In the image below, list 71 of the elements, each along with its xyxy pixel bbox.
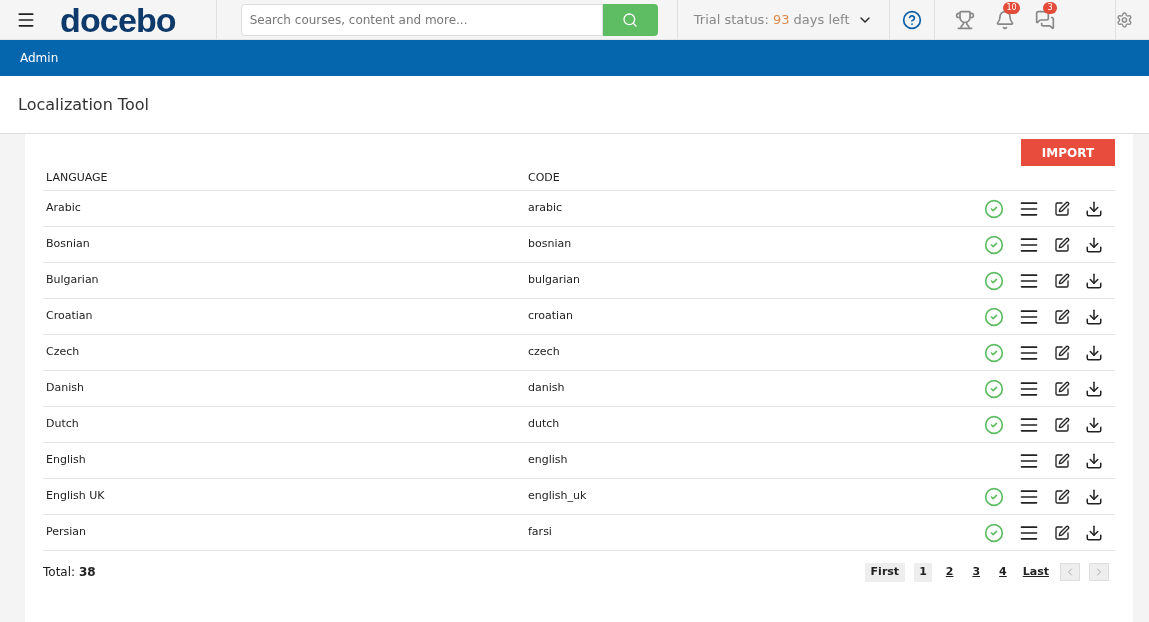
column-header: CODE: [528, 170, 560, 187]
download-icon[interactable]: [1085, 235, 1103, 254]
active-check-icon[interactable]: [984, 270, 1004, 291]
language-cell-text: English UK: [45, 488, 106, 505]
download-icon[interactable]: [1085, 487, 1103, 506]
language-cell-text: Bulgarian: [45, 272, 100, 289]
edit-icon[interactable]: [1054, 200, 1070, 217]
edit-icon[interactable]: [1054, 488, 1070, 505]
edit-icon[interactable]: [1054, 308, 1070, 325]
code-cell: danish: [528, 380, 565, 397]
download-icon[interactable]: [1085, 415, 1103, 434]
import-button[interactable]: IMPORT: [1021, 139, 1115, 166]
breadcrumb-link[interactable]: Admin: [20, 49, 59, 67]
download-icon[interactable]: [1085, 199, 1103, 218]
page-number[interactable]: 4: [994, 563, 1012, 582]
edit-icon[interactable]: [1054, 236, 1070, 253]
edit-icon[interactable]: [1054, 452, 1070, 469]
first-page-button[interactable]: First: [864, 563, 906, 582]
bell-icon[interactable]: [995, 9, 1016, 30]
edit-icon[interactable]: [1054, 272, 1070, 289]
edit-icon[interactable]: [1054, 416, 1070, 433]
active-check-icon[interactable]: [984, 378, 1004, 399]
language-cell-text: Czech: [45, 344, 81, 361]
settings-icon[interactable]: [1116, 9, 1133, 30]
active-check-icon[interactable]: [984, 198, 1004, 219]
code-cell: english: [528, 452, 568, 469]
download-icon[interactable]: [1085, 343, 1103, 362]
page-title: Localization Tool: [18, 93, 149, 116]
code-cell: bosnian: [528, 236, 572, 253]
messages-icon[interactable]: [1035, 9, 1056, 30]
message-badge: 3: [1043, 1, 1057, 14]
trophy-icon[interactable]: [955, 9, 976, 30]
edit-icon[interactable]: [1054, 524, 1070, 541]
code-cell: bulgarian: [528, 272, 581, 289]
active-check-icon[interactable]: [984, 522, 1004, 543]
language-cell-text: Danish: [45, 380, 85, 397]
code-cell: dutch: [528, 416, 560, 433]
download-icon[interactable]: [1085, 379, 1103, 398]
search-field[interactable]: Search courses, content and more...: [240, 3, 603, 36]
language-cell-text: Croatian: [45, 308, 94, 325]
language-cell-text: Dutch: [45, 416, 80, 433]
download-icon[interactable]: [1085, 271, 1103, 290]
last-page-button[interactable]: Last: [1020, 564, 1051, 581]
code-cell: croatian: [528, 308, 573, 325]
active-check-icon[interactable]: [984, 414, 1004, 435]
code-cell: english_uk: [528, 488, 587, 505]
code-cell: farsi: [528, 524, 552, 541]
language-cell-text: Persian: [45, 524, 88, 541]
search-icon: [622, 11, 639, 28]
code-cell: arabic: [528, 200, 563, 217]
edit-icon[interactable]: [1054, 380, 1070, 397]
page-number[interactable]: 2: [940, 563, 959, 582]
logo[interactable]: docebo: [60, 2, 176, 37]
code-cell: czech: [528, 344, 560, 361]
column-header: LANGUAGE: [45, 170, 109, 187]
page-number[interactable]: 1: [914, 563, 932, 582]
total-count: Total: 38: [43, 564, 96, 582]
download-icon[interactable]: [1085, 307, 1103, 326]
active-check-icon[interactable]: [984, 486, 1004, 507]
language-cell-text: Bosnian: [45, 236, 91, 253]
language-cell-text: English: [45, 452, 87, 469]
language-cell-text: Arabic: [45, 200, 82, 217]
notification-badge: 10: [1003, 1, 1020, 14]
download-icon[interactable]: [1085, 451, 1103, 470]
page-number[interactable]: 3: [967, 563, 986, 582]
active-check-icon[interactable]: [984, 342, 1004, 363]
edit-icon[interactable]: [1054, 344, 1070, 361]
download-icon[interactable]: [1085, 523, 1103, 542]
active-check-icon[interactable]: [984, 234, 1004, 255]
active-check-icon[interactable]: [984, 306, 1004, 327]
help-icon[interactable]: [902, 9, 923, 30]
